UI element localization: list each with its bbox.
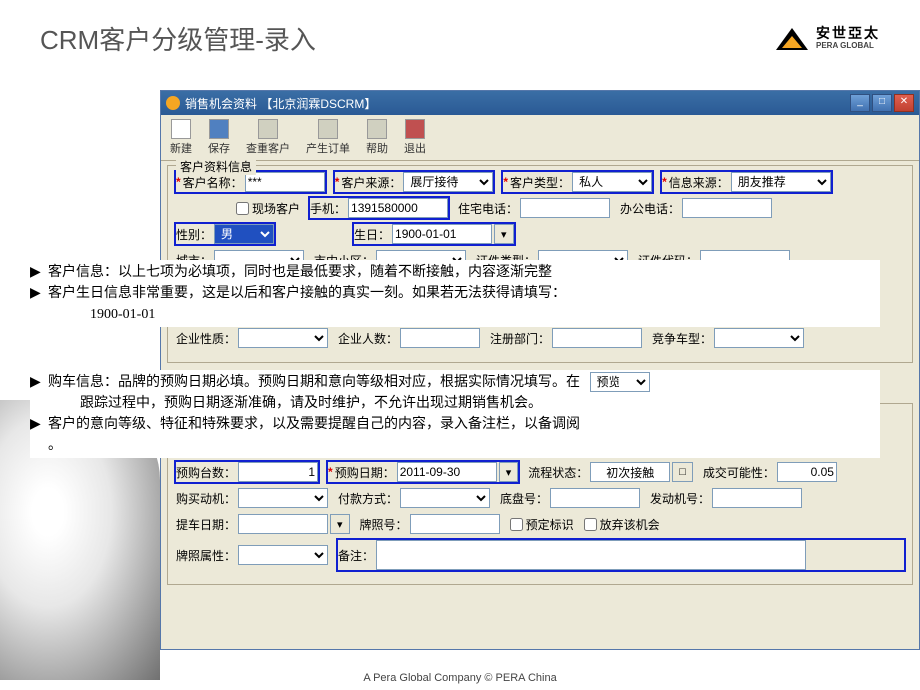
field-customer-type: *客户类型： 私人 bbox=[503, 172, 652, 192]
field-plate-attr: 牌照属性： bbox=[176, 545, 328, 565]
info-source-select[interactable]: 朋友推荐 bbox=[731, 172, 831, 192]
buy-date-input[interactable] bbox=[397, 462, 497, 482]
field-customer-name: *客户名称： bbox=[176, 172, 325, 192]
field-pickup-date: 提车日期：▾ bbox=[176, 514, 350, 534]
logo-cn: 安世亞太 bbox=[816, 26, 880, 41]
field-buy-date: *预购日期：▾ bbox=[328, 462, 518, 482]
payment-select[interactable] bbox=[400, 488, 490, 508]
window-title: 销售机会资料 【北京润霖DSCRM】 bbox=[185, 95, 376, 112]
field-ent-nature: 企业性质： bbox=[176, 328, 328, 348]
save-icon bbox=[209, 119, 229, 139]
site-customer-checkbox[interactable] bbox=[236, 202, 249, 215]
home-tel-input[interactable] bbox=[520, 198, 610, 218]
plate-no-input[interactable] bbox=[410, 514, 500, 534]
field-birthday: 生日： ▾ bbox=[354, 224, 514, 244]
field-customer-source: *客户来源： 展厅接待 bbox=[335, 172, 494, 192]
annotation-purchase-info: ▶购车信息：品牌的预购日期必填。预购日期和意向等级相对应，根据实际情况填写。在 … bbox=[30, 370, 880, 458]
flow-state-input[interactable] bbox=[590, 462, 670, 482]
window-titlebar[interactable]: 销售机会资料 【北京润霖DSCRM】 _ □ ✕ bbox=[161, 91, 919, 115]
qty-input[interactable] bbox=[238, 462, 318, 482]
field-abandon-flag: 放弃该机会 bbox=[584, 516, 660, 533]
field-motive: 购买动机： bbox=[176, 488, 328, 508]
check-icon bbox=[258, 119, 278, 139]
toolbar-create-order[interactable]: 产生订单 bbox=[302, 118, 354, 157]
competitor-select[interactable] bbox=[714, 328, 804, 348]
minimize-button[interactable]: _ bbox=[850, 94, 870, 112]
field-chance: 成交可能性： bbox=[703, 462, 837, 482]
field-ent-count: 企业人数： bbox=[338, 328, 480, 348]
mobile-input[interactable] bbox=[348, 198, 448, 218]
annotation-customer-info: ▶客户信息：以上七项为必填项，同时也是最低要求，随着不断接触，内容逐渐完整 ▶客… bbox=[30, 260, 880, 327]
field-gender: 性别： 男 bbox=[176, 224, 274, 244]
plate-attr-select[interactable] bbox=[238, 545, 328, 565]
field-home-tel: 住宅电话： bbox=[458, 198, 610, 218]
chassis-input[interactable] bbox=[550, 488, 640, 508]
field-payment: 付款方式： bbox=[338, 488, 490, 508]
exit-icon bbox=[405, 119, 425, 139]
buy-date-picker-button[interactable]: ▾ bbox=[499, 462, 519, 482]
field-chassis: 底盘号： bbox=[500, 488, 640, 508]
slide-title: CRM客户分级管理-录入 bbox=[40, 20, 316, 57]
gender-select[interactable]: 男 bbox=[214, 224, 274, 244]
reserve-checkbox[interactable] bbox=[510, 518, 523, 531]
logo-triangle-icon bbox=[776, 28, 808, 50]
help-icon bbox=[367, 119, 387, 139]
slide-header: CRM客户分级管理-录入 安世亞太 PERA GLOBAL bbox=[0, 0, 920, 67]
ent-count-input[interactable] bbox=[400, 328, 480, 348]
flow-state-button[interactable]: □ bbox=[672, 462, 693, 482]
birthday-input[interactable] bbox=[392, 224, 492, 244]
abandon-checkbox[interactable] bbox=[584, 518, 597, 531]
birthday-picker-button[interactable]: ▾ bbox=[494, 224, 514, 244]
toolbar: 新建 保存 查重客户 产生订单 帮助 退出 bbox=[161, 115, 919, 161]
remark-input[interactable] bbox=[376, 540, 806, 570]
field-office-tel: 办公电话： bbox=[620, 198, 772, 218]
toolbar-save[interactable]: 保存 bbox=[204, 118, 234, 157]
field-plate-no: 牌照号： bbox=[360, 514, 500, 534]
new-icon bbox=[171, 119, 191, 139]
close-button[interactable]: ✕ bbox=[894, 94, 914, 112]
field-flow-state: 流程状态：□ bbox=[528, 462, 693, 482]
chance-input[interactable] bbox=[777, 462, 837, 482]
field-engine: 发动机号： bbox=[650, 488, 802, 508]
engine-input[interactable] bbox=[712, 488, 802, 508]
slide-footer: A Pera Global Company © PERA China bbox=[0, 672, 920, 684]
office-tel-input[interactable] bbox=[682, 198, 772, 218]
ent-nature-select[interactable] bbox=[238, 328, 328, 348]
field-reg-dept: 注册部门： bbox=[490, 328, 642, 348]
group-title-customer: 客户资料信息 bbox=[176, 158, 256, 175]
field-remark: 备注： bbox=[338, 540, 904, 570]
motive-select[interactable] bbox=[238, 488, 328, 508]
field-reserve-flag: 预定标识 bbox=[510, 516, 574, 533]
field-competitor: 竞争车型： bbox=[652, 328, 804, 348]
logo-en: PERA GLOBAL bbox=[816, 42, 880, 51]
customer-source-select[interactable]: 展厅接待 bbox=[403, 172, 493, 192]
maximize-button[interactable]: □ bbox=[872, 94, 892, 112]
field-site-customer: 现场客户 bbox=[236, 200, 300, 217]
field-mobile: 手机： bbox=[310, 198, 448, 218]
preview-select[interactable]: 预览 bbox=[590, 372, 650, 392]
pickup-date-picker-button[interactable]: ▾ bbox=[330, 514, 350, 534]
toolbar-help[interactable]: 帮助 bbox=[362, 118, 392, 157]
field-info-source: *信息来源： 朋友推荐 bbox=[662, 172, 831, 192]
reg-dept-input[interactable] bbox=[552, 328, 642, 348]
toolbar-new[interactable]: 新建 bbox=[166, 118, 196, 157]
toolbar-exit[interactable]: 退出 bbox=[400, 118, 430, 157]
app-icon bbox=[166, 96, 180, 110]
toolbar-check-customer[interactable]: 查重客户 bbox=[242, 118, 294, 157]
brand-logo: 安世亞太 PERA GLOBAL bbox=[776, 26, 880, 50]
pickup-date-input[interactable] bbox=[238, 514, 328, 534]
customer-type-select[interactable]: 私人 bbox=[572, 172, 652, 192]
field-qty: 预购台数： bbox=[176, 462, 318, 482]
customer-name-input[interactable] bbox=[245, 172, 325, 192]
order-icon bbox=[318, 119, 338, 139]
